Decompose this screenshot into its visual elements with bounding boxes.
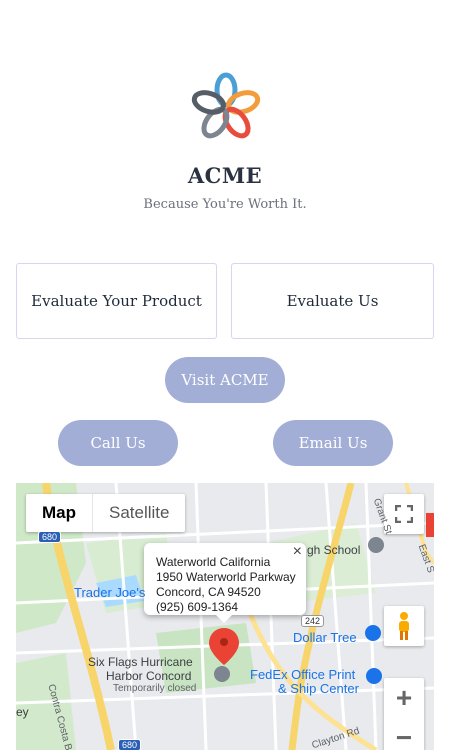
map-label-fedex-1: FedEx Office Print bbox=[250, 667, 356, 682]
route-680-shield-bottom: 680 bbox=[118, 739, 142, 750]
map-label-temporarily-closed: Temporarily closed bbox=[113, 683, 197, 694]
map-label-trader-joes: Trader Joe's bbox=[74, 585, 146, 600]
route-680-shield: 680 bbox=[38, 531, 62, 543]
place-address-1: 1950 Waterworld Parkway bbox=[156, 570, 296, 584]
pegman-icon bbox=[399, 612, 409, 640]
map-type-satellite[interactable]: Satellite bbox=[93, 494, 185, 532]
visit-acme-button[interactable]: Visit ACME bbox=[165, 357, 285, 403]
evaluate-us-card[interactable]: Evaluate Us bbox=[231, 263, 434, 339]
evaluate-product-card[interactable]: Evaluate Your Product bbox=[16, 263, 217, 339]
route-242-shield: 242 bbox=[301, 615, 325, 627]
zoom-out-button[interactable]: − bbox=[384, 718, 424, 750]
map-label-six-flags-2: Harbor Concord bbox=[106, 669, 192, 683]
map-label-school: gh School bbox=[307, 543, 361, 557]
place-name: Waterworld California bbox=[156, 555, 271, 569]
street-view-button[interactable] bbox=[384, 606, 424, 646]
zoom-in-button[interactable]: + bbox=[384, 678, 424, 718]
close-icon[interactable]: × bbox=[293, 544, 302, 560]
map-label-six-flags-1: Six Flags Hurricane bbox=[88, 655, 193, 669]
email-us-button[interactable]: Email Us bbox=[273, 420, 393, 466]
google-map[interactable]: Map Satellite Waterworld California 1950… bbox=[16, 483, 434, 750]
zoom-control[interactable]: + − bbox=[384, 678, 424, 750]
place-address-2: Concord, CA 94520 bbox=[156, 585, 261, 599]
map-label-fedex-2: & Ship Center bbox=[278, 681, 359, 696]
map-type-control[interactable]: Map Satellite bbox=[26, 494, 186, 532]
brand-name: ACME bbox=[187, 163, 263, 188]
map-type-map[interactable]: Map bbox=[26, 494, 93, 532]
call-us-button[interactable]: Call Us bbox=[58, 420, 178, 466]
place-phone: (925) 609-1364 bbox=[156, 600, 239, 614]
map-label-dollar-tree: Dollar Tree bbox=[293, 630, 357, 645]
map-label-ey: ey bbox=[16, 705, 29, 719]
fullscreen-icon bbox=[395, 505, 413, 523]
map-info-window: Waterworld California 1950 Waterworld Pa… bbox=[144, 543, 306, 623]
flower-logo-icon bbox=[191, 72, 261, 139]
brand-tagline: Because You're Worth It. bbox=[143, 197, 307, 212]
